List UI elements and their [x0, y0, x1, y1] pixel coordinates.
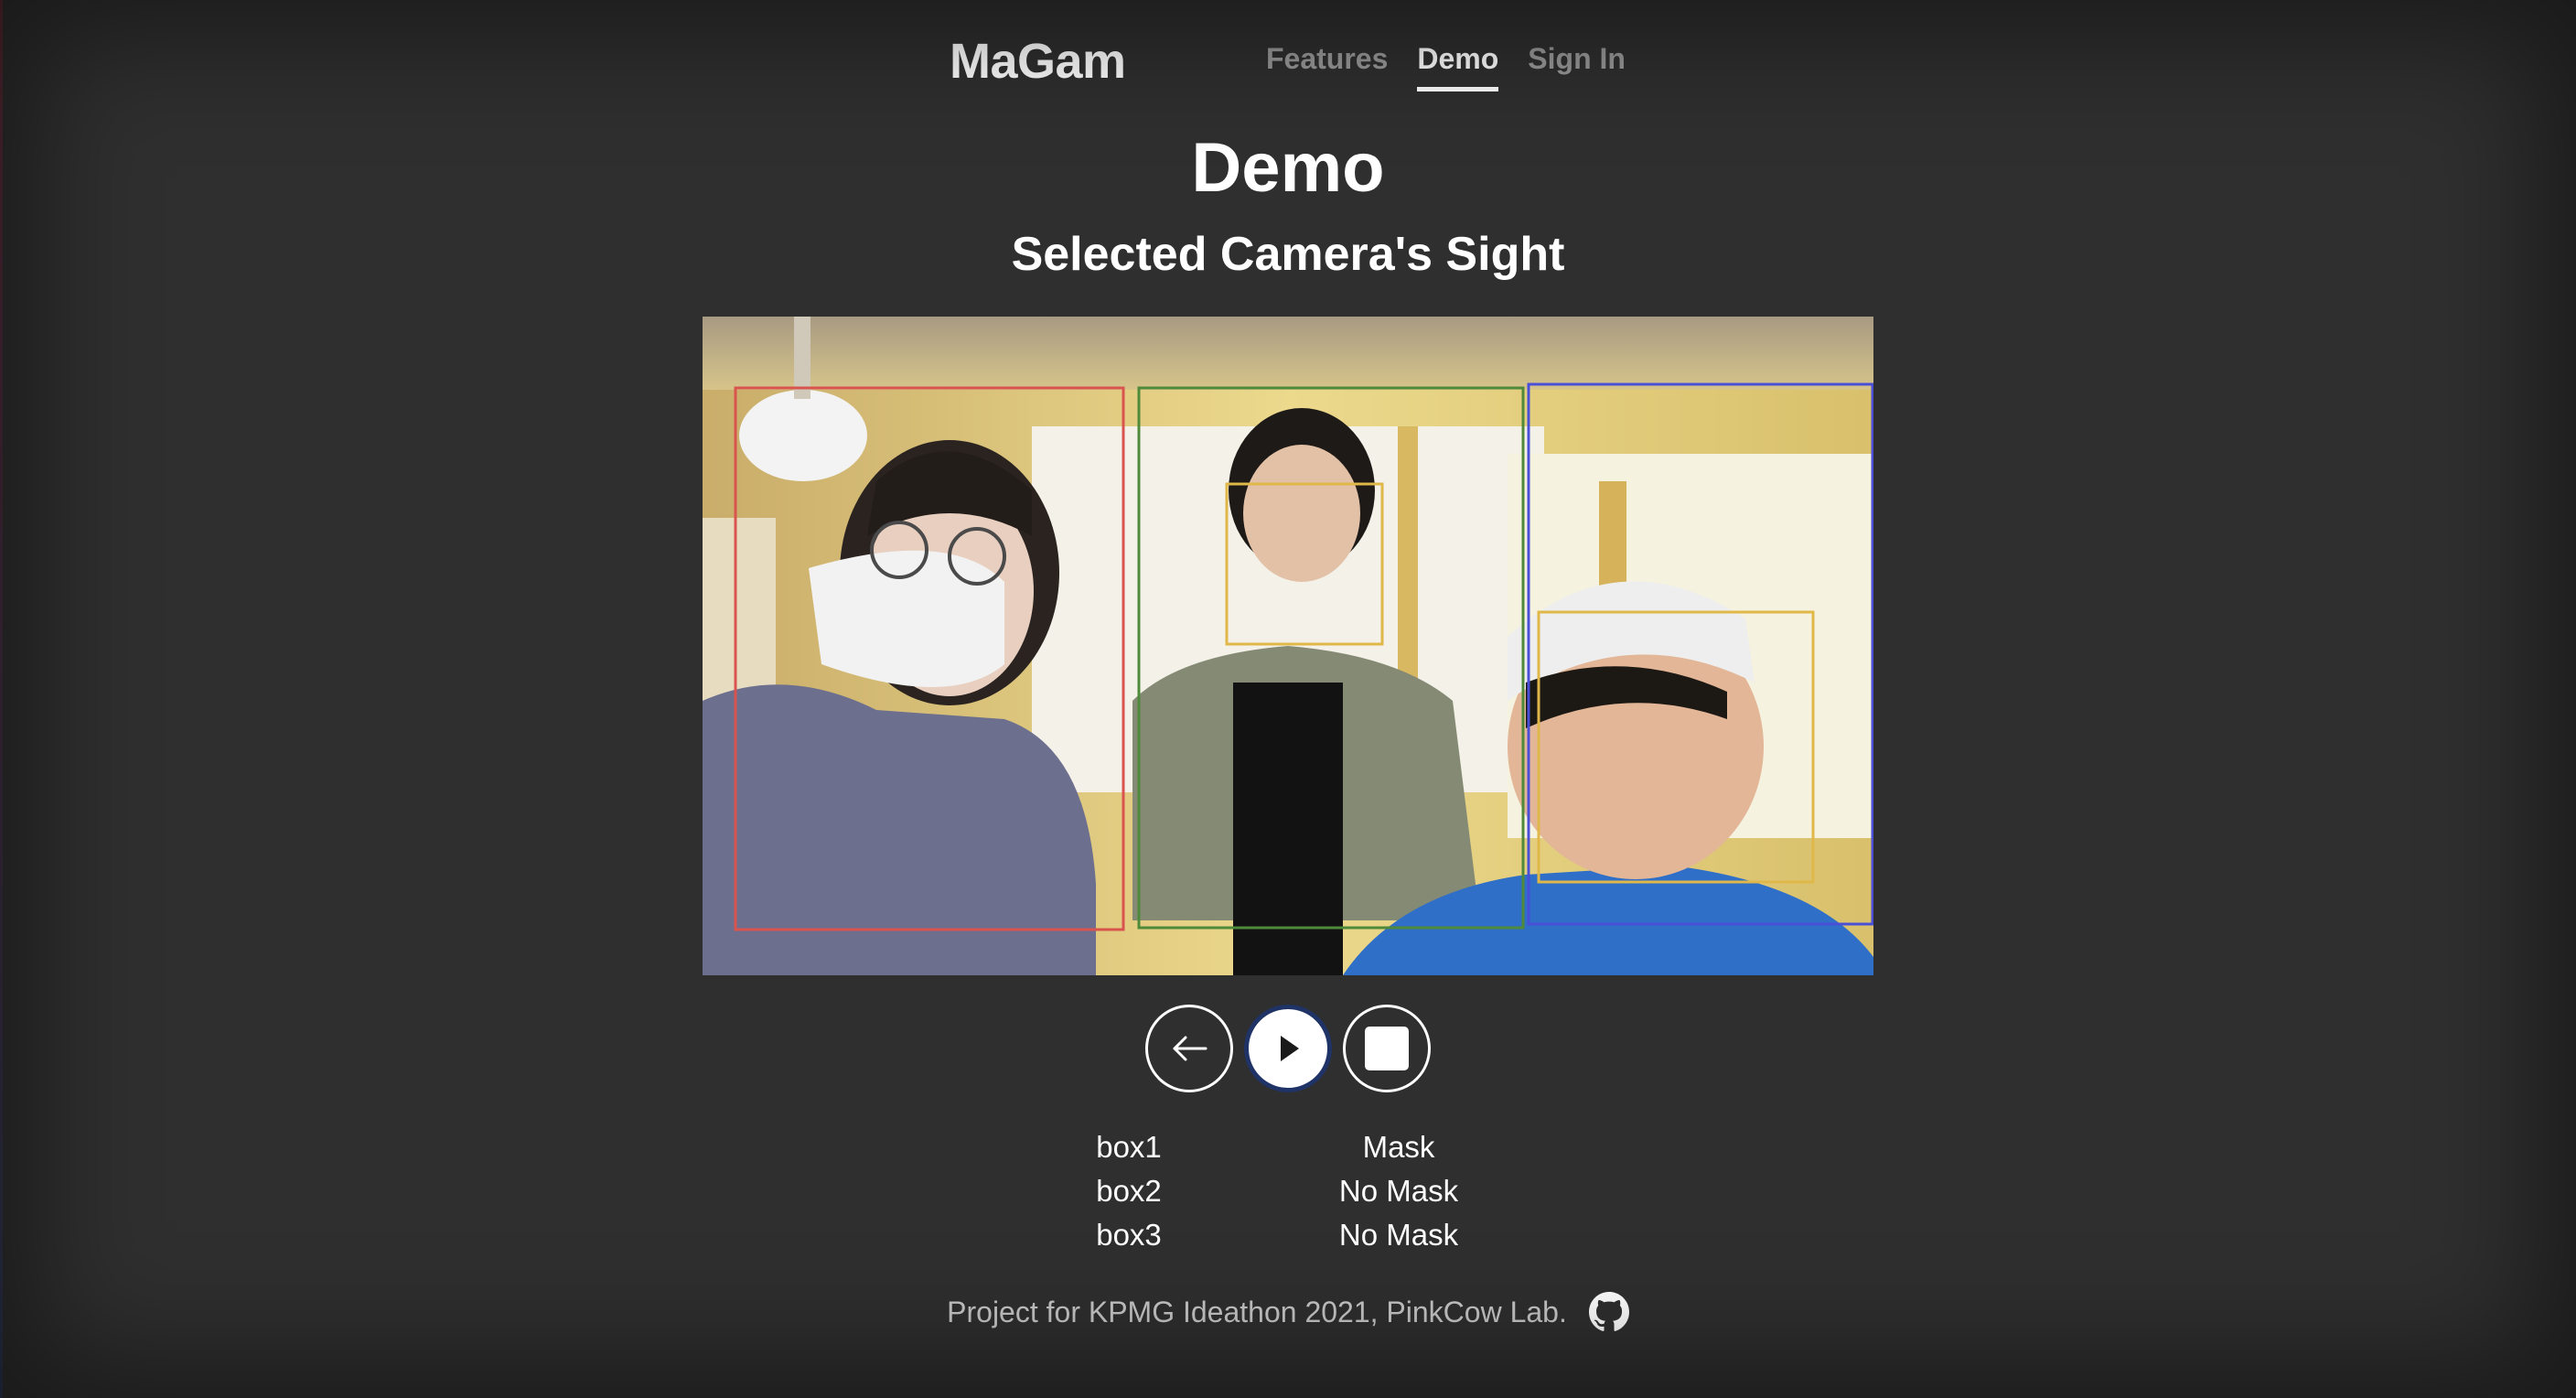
status-mask-value: Mask	[1362, 1130, 1435, 1164]
window-edge	[0, 0, 3, 1398]
status-box-label: box3	[1096, 1218, 1162, 1252]
footer-text: Project for KPMG Ideathon 2021, PinkCow …	[947, 1295, 1567, 1328]
status-mask-value: No Mask	[1338, 1218, 1459, 1252]
stop-icon	[1365, 1027, 1409, 1070]
nav-link-demo[interactable]: Demo	[1417, 42, 1499, 91]
main-nav: Features Demo Sign In	[1266, 42, 1626, 91]
github-icon[interactable]	[1588, 1292, 1629, 1332]
footer: Project for KPMG Ideathon 2021, PinkCow …	[0, 1292, 2576, 1332]
status-mask-value: No Mask	[1338, 1174, 1459, 1208]
status-row: box1 Mask	[1037, 1125, 1550, 1169]
playback-controls	[0, 1005, 2576, 1092]
brand-logo[interactable]: MaGam	[950, 33, 1126, 90]
camera-view	[703, 317, 1873, 975]
status-row: box2 No Mask	[1037, 1169, 1550, 1213]
status-box-label: box1	[1096, 1130, 1162, 1164]
camera-frame-image	[703, 317, 1873, 975]
status-box-label: box2	[1096, 1174, 1162, 1208]
nav-link-features[interactable]: Features	[1266, 42, 1388, 91]
page-subtitle: Selected Camera's Sight	[1011, 228, 1565, 281]
stop-button[interactable]	[1343, 1005, 1431, 1092]
page-title: Demo	[1191, 129, 1385, 207]
detection-status-list: box1 Mask box2 No Mask box3 No Mask	[1037, 1125, 1550, 1257]
play-icon	[1281, 1036, 1299, 1061]
back-button[interactable]	[1145, 1005, 1233, 1092]
header: MaGam Features Demo Sign In	[0, 33, 2576, 99]
nav-link-sign-in[interactable]: Sign In	[1528, 42, 1626, 91]
status-row: box3 No Mask	[1037, 1213, 1550, 1257]
play-button[interactable]	[1244, 1005, 1332, 1092]
arrow-left-icon	[1173, 1036, 1208, 1061]
